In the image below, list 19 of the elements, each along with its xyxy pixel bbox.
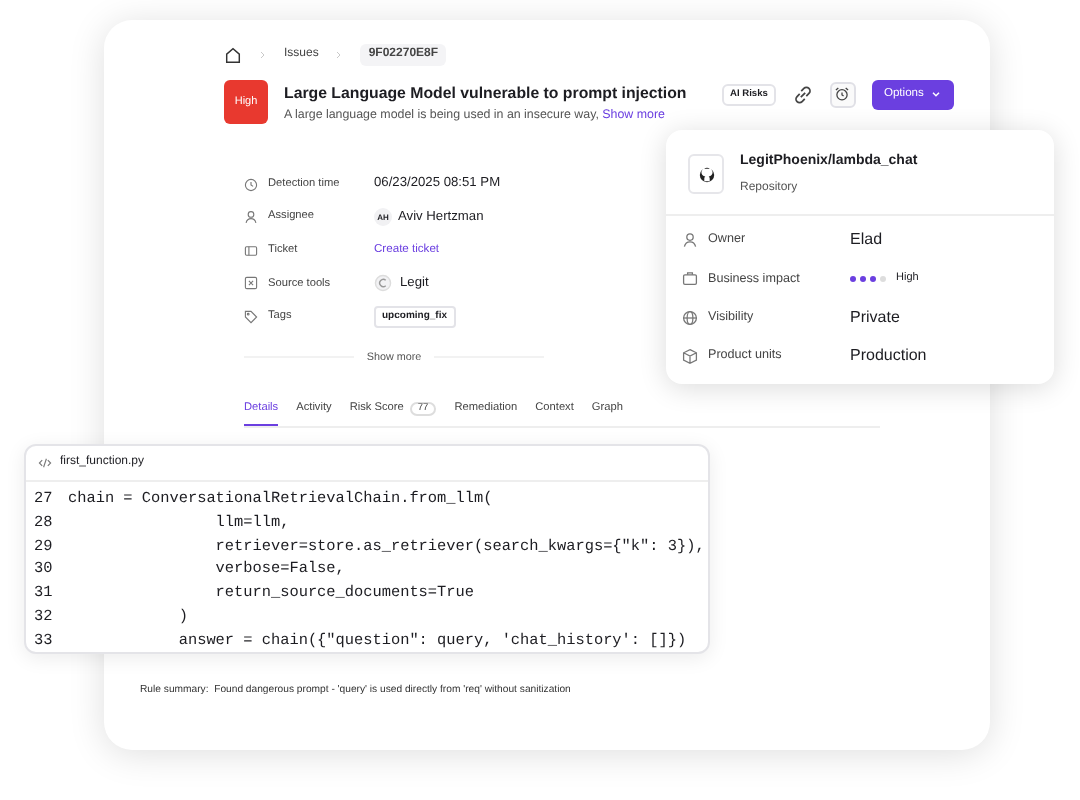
- link-icon[interactable]: [791, 83, 814, 106]
- alarm-clock-icon: [834, 86, 851, 103]
- briefcase-icon: [682, 270, 698, 287]
- cube-icon: [682, 348, 698, 365]
- alarm-button[interactable]: [829, 81, 856, 108]
- ticket-icon: [244, 243, 258, 258]
- tool-icon: [244, 276, 258, 291]
- home-icon[interactable]: [224, 45, 242, 63]
- field-value: Production: [850, 344, 927, 369]
- tag-icon: [244, 309, 258, 324]
- person-icon: [244, 210, 258, 225]
- clock-icon: [244, 177, 258, 192]
- caret-icon: [929, 88, 942, 101]
- globe-icon: [682, 309, 698, 326]
- field-value: Elad: [850, 228, 883, 253]
- field-value: Private: [850, 305, 900, 330]
- person-icon: [682, 232, 698, 249]
- tool-logo-icon: [374, 274, 392, 293]
- code-icon: [38, 456, 52, 470]
